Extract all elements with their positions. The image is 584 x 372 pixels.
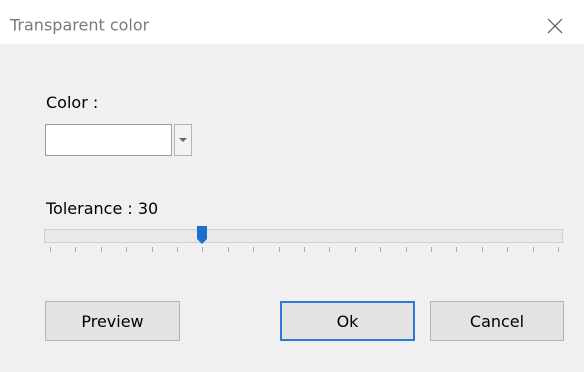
slider-tick (75, 247, 76, 252)
slider-tick (456, 247, 457, 252)
slider-tick (279, 247, 280, 252)
preview-button[interactable]: Preview (45, 301, 180, 341)
slider-tick (482, 247, 483, 252)
color-label: Color : (46, 93, 99, 112)
ok-button[interactable]: Ok (280, 301, 415, 341)
slider-tick (202, 247, 203, 252)
slider-tick (406, 247, 407, 252)
slider-tick (380, 247, 381, 252)
dialog-title: Transparent color (10, 15, 150, 35)
slider-tick (126, 247, 127, 252)
slider-tick (177, 247, 178, 252)
transparent-color-dialog: Transparent color Color : Tolerance : 30… (0, 0, 584, 372)
tolerance-slider-track[interactable] (44, 229, 563, 243)
triangle-down-icon (179, 138, 187, 142)
slider-tick (329, 247, 330, 252)
slider-thumb-icon (197, 226, 208, 244)
slider-tick (152, 247, 153, 252)
slider-tick (253, 247, 254, 252)
close-icon (547, 18, 563, 34)
tolerance-slider-thumb[interactable] (197, 226, 208, 244)
close-button[interactable] (540, 11, 570, 41)
title-bar: Transparent color (0, 0, 584, 44)
slider-tick (558, 247, 559, 252)
slider-tick (50, 247, 51, 252)
slider-tick (431, 247, 432, 252)
cancel-button[interactable]: Cancel (430, 301, 564, 341)
slider-tick (304, 247, 305, 252)
tolerance-label: Tolerance : 30 (46, 199, 159, 218)
dialog-body: Color : Tolerance : 30 Preview Ok Cancel (0, 44, 584, 372)
slider-tick (507, 247, 508, 252)
tolerance-ticks (0, 247, 584, 257)
slider-tick (355, 247, 356, 252)
color-dropdown-button[interactable] (174, 124, 192, 156)
slider-tick (101, 247, 102, 252)
slider-tick (533, 247, 534, 252)
slider-tick (228, 247, 229, 252)
color-swatch[interactable] (45, 124, 172, 156)
